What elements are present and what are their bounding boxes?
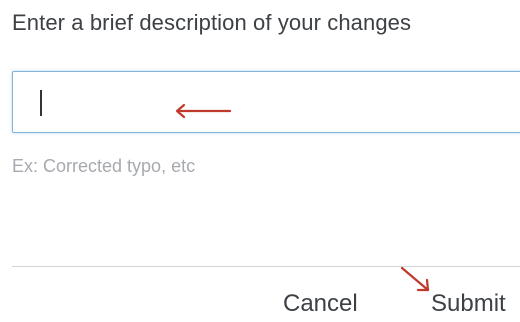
footer-divider: [12, 266, 520, 267]
diagonal-arrow-icon: [400, 266, 430, 292]
cancel-button[interactable]: Cancel: [283, 292, 358, 316]
submit-button[interactable]: Submit: [431, 292, 506, 316]
change-description-dialog: Enter a brief description of your change…: [0, 0, 520, 322]
description-input-container[interactable]: [12, 71, 520, 133]
description-input[interactable]: [13, 72, 520, 132]
description-label: Enter a brief description of your change…: [12, 10, 412, 35]
text-caret: [40, 90, 42, 116]
left-arrow-icon: [175, 103, 232, 119]
description-hint: Ex: Corrected typo, etc: [12, 156, 196, 176]
